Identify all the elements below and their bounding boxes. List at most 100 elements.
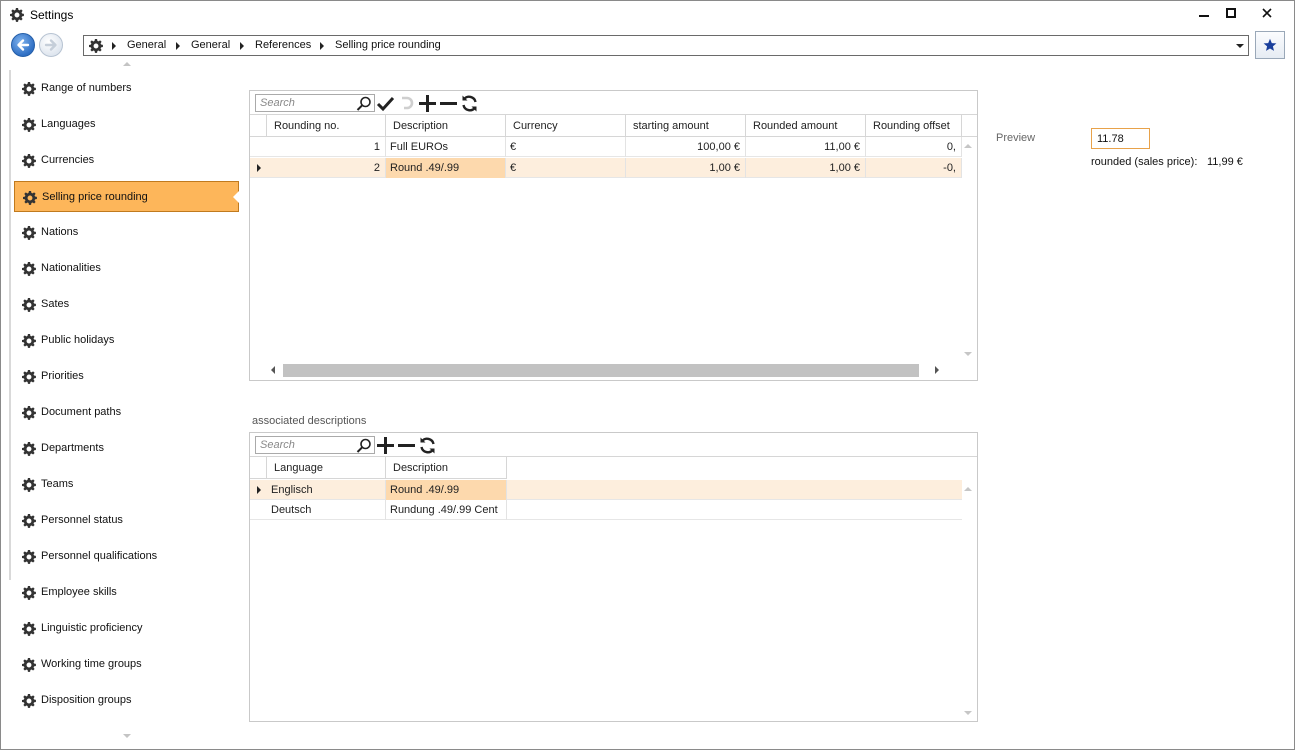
scroll-up-icon[interactable] [123,62,131,66]
gear-icon [22,622,36,636]
scroll-down-icon[interactable] [964,352,972,356]
sidebar-item-label: Employee skills [41,586,117,598]
sidebar-item-selling-price-rounding[interactable]: Selling price rounding [14,181,239,212]
sidebar-item-nations[interactable]: Nations [14,217,239,249]
sidebar-item-currencies[interactable]: Currencies [14,145,239,177]
back-button[interactable] [11,33,35,57]
sidebar-item-languages[interactable]: Languages [14,109,239,141]
cell-description[interactable]: Round .49/.99 [386,480,507,500]
cell-language[interactable]: Deutsch [267,500,386,520]
breadcrumb-item-general[interactable]: General [127,39,166,51]
remove-icon[interactable] [397,436,416,455]
gear-icon [22,82,36,96]
address-bar[interactable]: General General References Selling price… [83,35,1249,56]
undo-icon[interactable] [397,94,416,113]
search-input[interactable] [256,437,356,453]
table-row-selected[interactable]: Englisch Round .49/.99 [250,480,962,500]
cell-rounding-no[interactable]: 2 [267,158,386,178]
sidebar-item-public-holidays[interactable]: Public holidays [14,325,239,357]
sidebar-item-employee-skills[interactable]: Employee skills [14,577,239,609]
cell-language[interactable]: Englisch [267,480,386,500]
column-header-description[interactable]: Description [386,457,507,479]
checkmark-icon[interactable] [376,94,395,113]
forward-button[interactable] [39,33,63,57]
cell-starting-amount[interactable]: 1,00 € [626,158,746,178]
cell-currency[interactable]: € [506,158,626,178]
cell-description[interactable]: Full EUROs [386,137,506,157]
sidebar-item-document-paths[interactable]: Document paths [14,397,239,429]
column-header-language[interactable]: Language [267,457,386,479]
cell-description[interactable]: Rundung .49/.99 Cent [386,500,507,520]
column-header-currency[interactable]: Currency [506,115,626,137]
close-button[interactable] [1254,3,1280,23]
breadcrumb-item-current[interactable]: Selling price rounding [335,39,441,51]
scrollbar-thumb[interactable] [283,364,919,377]
cell-rounded-amount[interactable]: 11,00 € [746,137,866,157]
sidebar-item-personnel-qualifications[interactable]: Personnel qualifications [14,541,239,573]
scroll-down-icon[interactable] [123,734,131,738]
preview-input[interactable] [1091,128,1150,149]
scroll-up-icon[interactable] [964,487,972,491]
sidebar-item-label: Disposition groups [41,694,132,706]
remove-icon[interactable] [439,94,458,113]
column-header-rounding-no[interactable]: Rounding no. [267,115,386,137]
sidebar-item-priorities[interactable]: Priorities [14,361,239,393]
sidebar-item-departments[interactable]: Departments [14,433,239,465]
search-box[interactable] [255,94,375,112]
sidebar-item-nationalities[interactable]: Nationalities [14,253,239,285]
sidebar-item-label: Working time groups [41,658,142,670]
gear-icon [22,334,36,348]
gear-icon [22,514,36,528]
scroll-down-icon[interactable] [964,711,972,715]
search-icon[interactable] [356,438,372,453]
maximize-button[interactable] [1218,3,1244,23]
scroll-right-icon[interactable] [935,366,939,374]
gear-icon [22,694,36,708]
cell-currency[interactable]: € [506,137,626,157]
breadcrumb-item-references[interactable]: References [255,39,311,51]
gear-icon [22,442,36,456]
refresh-icon[interactable] [418,436,437,455]
sidebar-item-label: Document paths [41,406,122,418]
scroll-left-icon[interactable] [271,366,275,374]
search-input[interactable] [256,95,356,111]
grid-header: Language Description [250,457,507,479]
cell-starting-amount[interactable]: 100,00 € [626,137,746,157]
column-header-description[interactable]: Description [386,115,506,137]
cell-rounded-amount[interactable]: 1,00 € [746,158,866,178]
breadcrumb-item-general-2[interactable]: General [191,39,230,51]
sidebar-item-sates[interactable]: Sates [14,289,239,321]
add-icon[interactable] [376,436,395,455]
cell-rounding-offset[interactable]: 0, [866,137,962,157]
sidebar-item-personnel-status[interactable]: Personnel status [14,505,239,537]
horizontal-scrollbar[interactable] [267,361,959,379]
search-icon[interactable] [356,96,372,111]
column-header-starting-amount[interactable]: starting amount [626,115,746,137]
table-row-selected[interactable]: 2 Round .49/.99 € 1,00 € 1,00 € -0, [250,158,962,178]
sidebar-item-linguistic-proficiency[interactable]: Linguistic proficiency [14,613,239,645]
scroll-up-icon[interactable] [964,144,972,148]
rounded-price-value: 11,99 € [1207,156,1243,168]
cell-rounding-no[interactable]: 1 [267,137,386,157]
sidebar-item-teams[interactable]: Teams [14,469,239,501]
section-title: associated descriptions [252,415,367,427]
table-row[interactable]: Deutsch Rundung .49/.99 Cent [250,500,962,520]
gear-icon [22,586,36,600]
gear-icon [22,658,36,672]
minimize-button[interactable] [1191,3,1217,23]
search-box[interactable] [255,436,375,454]
cell-description[interactable]: Round .49/.99 [386,158,506,178]
row-pointer-icon [257,164,261,172]
add-icon[interactable] [418,94,437,113]
chevron-down-icon[interactable] [1236,44,1244,48]
table-row[interactable]: 1 Full EUROs € 100,00 € 11,00 € 0, [250,137,962,157]
sidebar-item-disposition-groups[interactable]: Disposition groups [14,685,239,717]
sidebar-item-range-of-numbers[interactable]: Range of numbers [14,73,239,105]
cell-rounding-offset[interactable]: -0, [866,158,962,178]
gear-icon [22,262,36,276]
refresh-icon[interactable] [460,94,479,113]
sidebar-item-working-time-groups[interactable]: Working time groups [14,649,239,681]
column-header-rounded-amount[interactable]: Rounded amount [746,115,866,137]
column-header-rounding-offset[interactable]: Rounding offset [866,115,962,137]
favorite-button[interactable] [1255,31,1285,59]
